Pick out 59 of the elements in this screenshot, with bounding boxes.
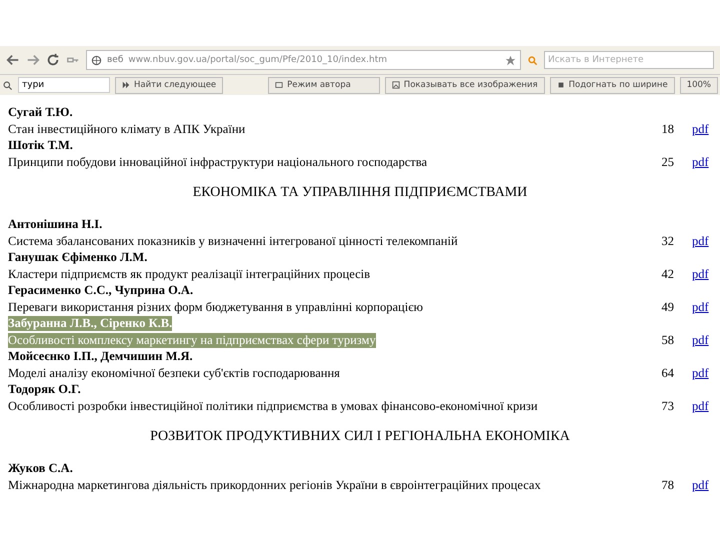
page-number: 64 — [660, 366, 674, 380]
find-bar-button[interactable]: Найти следующее — [115, 76, 224, 94]
back-icon[interactable] — [6, 53, 20, 67]
pdf-link[interactable]: pdf — [692, 122, 712, 136]
globe-icon — [91, 54, 102, 66]
find-bar-button[interactable]: Показывать все изображения — [384, 76, 545, 94]
authors-text: Тодоряк О.Г. — [8, 382, 81, 397]
square-icon — [556, 81, 565, 89]
page-number: 42 — [660, 266, 674, 282]
authors-text: Антонішина Н.І. — [8, 217, 102, 232]
find-bar-button[interactable]: Подогнать по ширине — [550, 76, 675, 94]
pdf-link[interactable]: pdf — [692, 332, 712, 348]
article-title: Система збалансованих показників у визначенні інтегрованої цінності телекомпаній — [8, 234, 459, 248]
address-prefix: веб — [107, 55, 124, 65]
article-title: Особливості розробки інвестиційної політики підприємства в умовах фінансово-економічної кризи — [8, 398, 539, 414]
article-title: Принципи побудови інноваційної інфраструктури національного господарства — [8, 154, 428, 170]
authors-text: Мойсеєнко І.П., Демчишин М.Я. — [8, 349, 193, 364]
window-icon — [275, 81, 284, 89]
image-icon — [392, 81, 400, 89]
star-icon[interactable] — [505, 54, 516, 66]
page-number: 73 — [660, 398, 674, 414]
double-arrow-icon — [122, 81, 130, 89]
reload-icon[interactable] — [46, 53, 60, 67]
article-title: Кластери підприємств як продукт реалізації інтеграційних процесів — [8, 266, 372, 282]
page-number: 32 — [660, 234, 674, 248]
authors-text: Шотік Т.М. — [8, 138, 73, 153]
search-icon — [2, 80, 13, 90]
forward-icon[interactable] — [26, 53, 40, 67]
pdf-link[interactable]: pdf — [692, 266, 712, 282]
pdf-link[interactable]: pdf — [692, 234, 712, 248]
section-heading: ЕКОНОМІКА ТА УПРАВЛІННЯ ПІДПРИЄМСТВАМИ — [192, 185, 528, 201]
pdf-link[interactable]: pdf — [692, 154, 712, 170]
page-number: 78 — [660, 478, 674, 492]
pdf-link[interactable]: pdf — [692, 366, 712, 380]
find-bar-button[interactable]: Режим автора — [268, 76, 380, 94]
section-heading: РОЗВИТОК ПРОДУКТИВНИХ СИЛ І РЕГІОНАЛЬНА ЕКОНОМІКА — [149, 429, 571, 445]
page-number: 58 — [660, 332, 674, 348]
authors-text: Жуков С.А. — [8, 461, 73, 476]
article-title: Міжнародна маркетингова діяльність прикордонних регіонів України в євроінтеграційних процесах — [8, 478, 542, 492]
url-text: www.nbuv.gov.ua/portal/soc_gum/Pfe/2010_10/index.htm — [128, 55, 388, 65]
pdf-link[interactable]: pdf — [692, 398, 712, 414]
zoom-button[interactable]: 100% — [680, 76, 718, 94]
search-icon[interactable] — [527, 54, 538, 66]
article-title: Стан інвестиційного клімату в АПК України — [8, 122, 246, 136]
pdf-link[interactable]: pdf — [692, 300, 712, 314]
article-title: Переваги використання різних форм бюджетування в управлінні корпорацією — [8, 300, 424, 314]
find-field[interactable]: тури — [18, 77, 110, 93]
article-title: Особливості комплексу маркетингу на підприємствах сфери туризму — [8, 332, 376, 348]
page-number: 49 — [660, 300, 674, 314]
page-number: 25 — [660, 154, 674, 170]
search-field[interactable]: Искать в Интернете — [544, 51, 714, 69]
address-bar[interactable]: веб www.nbuv.gov.ua/portal/soc_gum/Pfe/2010_10/index.htm — [86, 50, 521, 70]
authors-text: Сугай Т.Ю. — [8, 105, 73, 120]
pdf-link[interactable]: pdf — [692, 478, 712, 492]
page-number: 18 — [660, 122, 674, 136]
authors-text: Герасименко С.С., Чуприна О.А. — [8, 283, 194, 298]
article-title: Моделі аналізу економічної безпеки суб'єктів господарювання — [8, 366, 341, 380]
authors-text: Забуранна Л.В., Сіренко К.В. — [8, 316, 172, 331]
authors-text: Ганушак Єфіменко Л.М. — [8, 250, 148, 265]
